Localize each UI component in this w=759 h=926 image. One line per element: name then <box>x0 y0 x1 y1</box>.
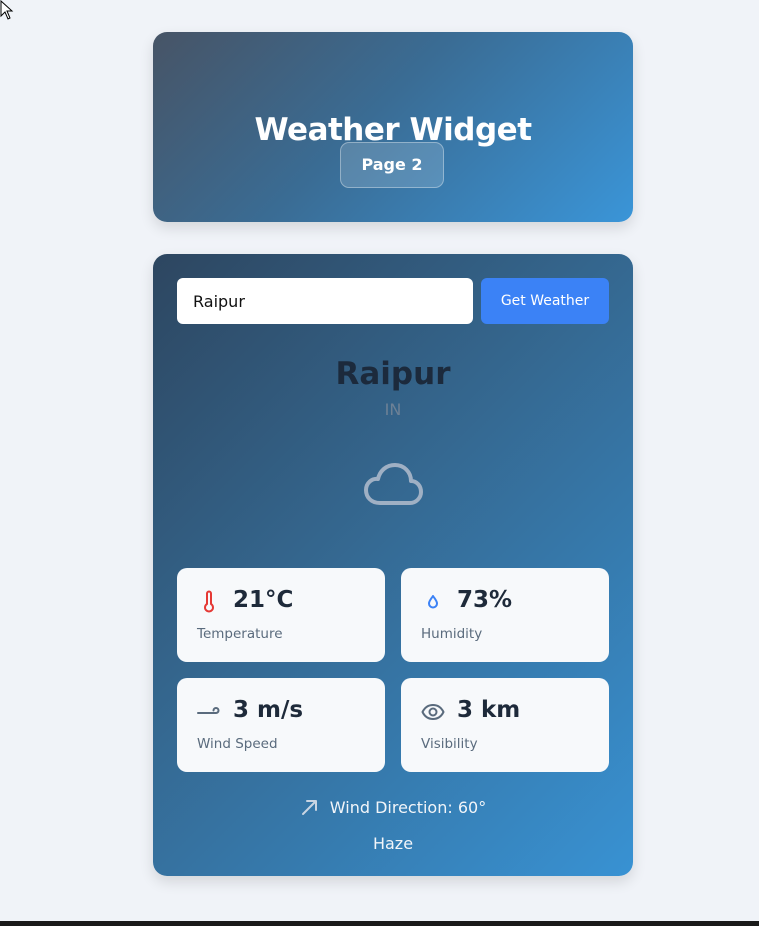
cloud-icon <box>364 463 423 505</box>
wind-speed-label: Wind Speed <box>197 736 278 752</box>
temperature-value: 21°C <box>233 587 294 613</box>
wind-direction-text: Wind Direction: 60° <box>329 798 487 817</box>
humidity-tile: 73% Humidity <box>401 568 609 662</box>
weather-card: Get Weather Raipur IN 21°C Temperature 7… <box>153 254 633 876</box>
humidity-label: Humidity <box>421 626 483 642</box>
city-search-input[interactable] <box>177 278 473 324</box>
humidity-value: 73% <box>457 587 513 613</box>
temperature-label: Temperature <box>197 626 283 642</box>
droplet-icon <box>428 595 438 609</box>
visibility-value: 3 km <box>457 697 521 723</box>
bottom-bar <box>0 921 759 926</box>
wind-speed-value: 3 m/s <box>233 697 304 723</box>
thermometer-icon <box>204 590 214 613</box>
get-weather-button[interactable]: Get Weather <box>481 278 609 324</box>
country-code: IN <box>384 400 402 419</box>
page: Weather Widget Page 2 Get Weather Raipur… <box>0 0 759 926</box>
wind-icon <box>197 707 220 714</box>
wind-speed-tile: 3 m/s Wind Speed <box>177 678 385 772</box>
visibility-label: Visibility <box>421 736 478 752</box>
eye-icon <box>421 704 445 720</box>
page-button[interactable]: Page 2 <box>340 142 444 188</box>
arrow-up-right-icon <box>301 800 317 815</box>
visibility-tile: 3 km Visibility <box>401 678 609 772</box>
city-name: Raipur <box>335 356 451 392</box>
weather-condition: Haze <box>372 834 414 853</box>
wind-direction: Wind Direction: 60° <box>153 798 633 820</box>
header-card: Weather Widget Page 2 <box>153 32 633 222</box>
mouse-cursor-icon <box>0 0 14 20</box>
temperature-tile: 21°C Temperature <box>177 568 385 662</box>
